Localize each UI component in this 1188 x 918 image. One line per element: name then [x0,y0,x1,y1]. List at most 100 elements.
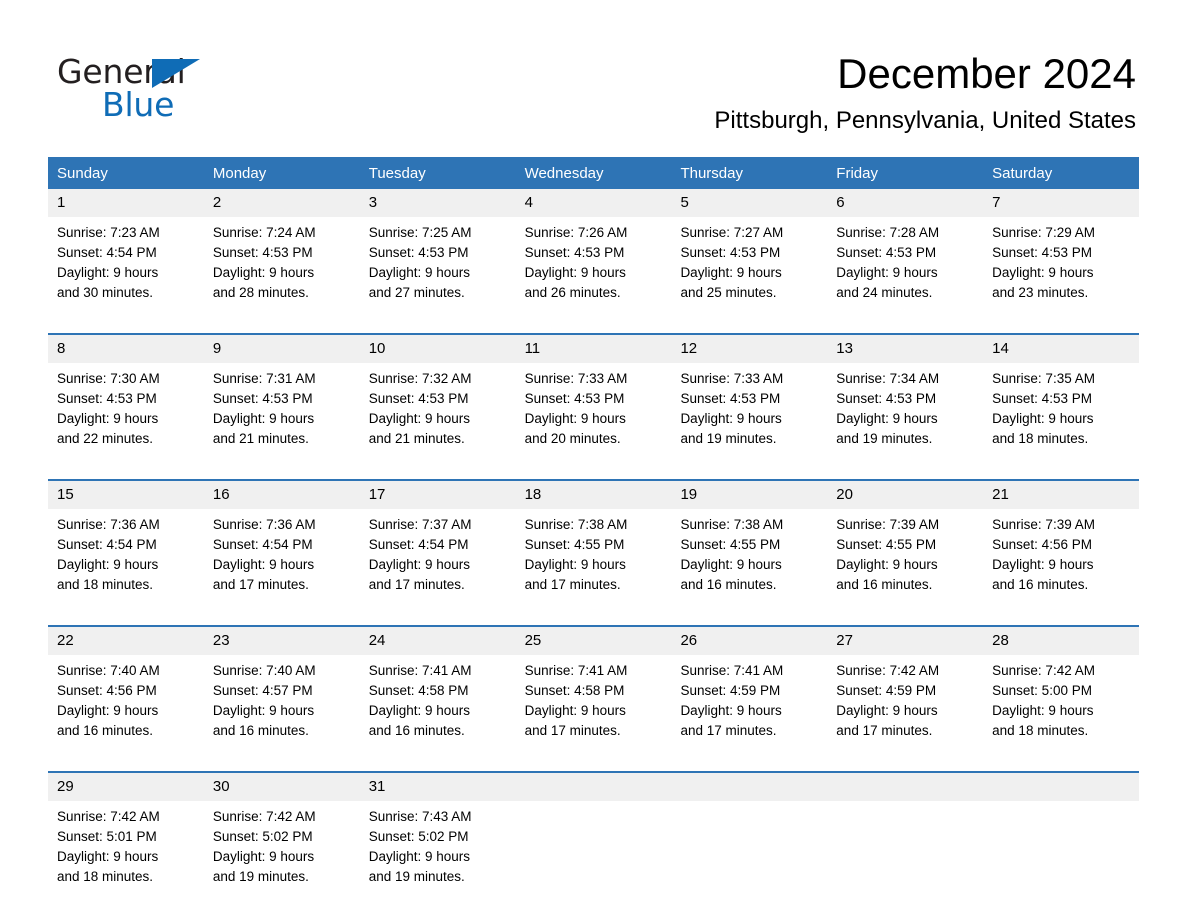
day-cell[interactable]: Sunrise: 7:35 AM Sunset: 4:53 PM Dayligh… [983,363,1140,480]
sunset-text: Sunset: 4:58 PM [524,683,625,698]
sunrise-text: Sunrise: 7:39 AM [836,517,940,532]
day-cell[interactable]: Sunrise: 7:24 AM Sunset: 4:53 PM Dayligh… [203,217,360,334]
daylight-text-line2: and 30 minutes. [57,285,154,300]
day-cell[interactable]: Sunrise: 7:28 AM Sunset: 4:53 PM Dayligh… [827,217,984,334]
day-cell-empty [827,801,984,917]
sunrise-text: Sunrise: 7:32 AM [368,371,472,386]
day-cell[interactable]: Sunrise: 7:43 AM Sunset: 5:02 PM Dayligh… [359,801,516,917]
day-number[interactable]: 18 [515,479,672,509]
day-number[interactable]: 21 [983,479,1140,509]
day-cell[interactable]: Sunrise: 7:30 AM Sunset: 4:53 PM Dayligh… [48,363,204,480]
day-number-row: 22 23 24 25 26 27 28 [48,625,1140,655]
day-cell[interactable]: Sunrise: 7:34 AM Sunset: 4:53 PM Dayligh… [827,363,984,480]
day-cell[interactable]: Sunrise: 7:42 AM Sunset: 5:01 PM Dayligh… [48,801,204,917]
daylight-text-line2: and 26 minutes. [524,285,621,300]
daylight-text-line2: and 20 minutes. [524,431,621,446]
sunrise-text: Sunrise: 7:43 AM [368,809,472,824]
day-cell[interactable]: Sunrise: 7:40 AM Sunset: 4:56 PM Dayligh… [48,655,204,772]
day-number[interactable]: 25 [515,625,672,655]
day-number[interactable]: 29 [48,771,204,801]
day-cell[interactable]: Sunrise: 7:40 AM Sunset: 4:57 PM Dayligh… [203,655,360,772]
day-number[interactable]: 30 [203,771,360,801]
sunset-text: Sunset: 4:55 PM [680,537,781,552]
day-number[interactable]: 11 [515,333,672,363]
weekday-header-saturday: Saturday [983,157,1140,189]
day-number[interactable]: 19 [671,479,828,509]
location-subtitle: Pittsburgh, Pennsylvania, United States [714,107,1136,134]
daylight-text-line2: and 16 minutes. [57,723,154,738]
daylight-text-line1: Daylight: 9 hours [836,557,938,572]
sunrise-text: Sunrise: 7:31 AM [212,371,316,386]
day-cell[interactable]: Sunrise: 7:27 AM Sunset: 4:53 PM Dayligh… [671,217,828,334]
sunrise-text: Sunrise: 7:33 AM [680,371,784,386]
day-number[interactable]: 1 [48,189,204,217]
day-number[interactable]: 2 [203,189,360,217]
day-cell[interactable]: Sunrise: 7:39 AM Sunset: 4:55 PM Dayligh… [827,509,984,626]
day-cell[interactable]: Sunrise: 7:36 AM Sunset: 4:54 PM Dayligh… [48,509,204,626]
sunrise-text: Sunrise: 7:23 AM [57,225,160,240]
day-cell[interactable]: Sunrise: 7:33 AM Sunset: 4:53 PM Dayligh… [515,363,672,480]
day-number[interactable]: 27 [827,625,984,655]
day-cell[interactable]: Sunrise: 7:26 AM Sunset: 4:53 PM Dayligh… [515,217,672,334]
day-number[interactable]: 12 [671,333,828,363]
day-number[interactable]: 16 [203,479,360,509]
day-cell[interactable]: Sunrise: 7:32 AM Sunset: 4:53 PM Dayligh… [359,363,516,480]
day-cell[interactable]: Sunrise: 7:41 AM Sunset: 4:59 PM Dayligh… [671,655,828,772]
day-number[interactable]: 26 [671,625,828,655]
day-cell-empty [671,801,828,917]
day-number-row: 8 9 10 11 12 13 14 [48,333,1140,363]
day-cell[interactable]: Sunrise: 7:37 AM Sunset: 4:54 PM Dayligh… [359,509,516,626]
day-cell[interactable]: Sunrise: 7:31 AM Sunset: 4:53 PM Dayligh… [203,363,360,480]
day-cell[interactable]: Sunrise: 7:38 AM Sunset: 4:55 PM Dayligh… [671,509,828,626]
day-cell[interactable]: Sunrise: 7:33 AM Sunset: 4:53 PM Dayligh… [671,363,828,480]
daylight-text-line2: and 18 minutes. [57,577,154,592]
day-number-empty [671,771,828,801]
day-number[interactable]: 24 [359,625,516,655]
daylight-text-line2: and 25 minutes. [680,285,777,300]
day-number[interactable]: 6 [827,189,984,217]
day-number[interactable]: 15 [48,479,204,509]
day-cell[interactable]: Sunrise: 7:23 AM Sunset: 4:54 PM Dayligh… [48,217,204,334]
daylight-text-line2: and 17 minutes. [524,723,621,738]
daylight-text-line1: Daylight: 9 hours [836,265,938,280]
day-number[interactable]: 3 [359,189,516,217]
day-number-empty [827,771,984,801]
daylight-text-line1: Daylight: 9 hours [836,703,938,718]
sunrise-text: Sunrise: 7:41 AM [368,663,472,678]
day-number[interactable]: 4 [515,189,672,217]
day-number[interactable]: 10 [359,333,516,363]
day-cell[interactable]: Sunrise: 7:42 AM Sunset: 5:00 PM Dayligh… [983,655,1140,772]
daylight-text-line1: Daylight: 9 hours [524,411,626,426]
day-cell[interactable]: Sunrise: 7:29 AM Sunset: 4:53 PM Dayligh… [983,217,1140,334]
day-number[interactable]: 8 [48,333,204,363]
day-cell[interactable]: Sunrise: 7:42 AM Sunset: 5:02 PM Dayligh… [203,801,360,917]
daylight-text-line1: Daylight: 9 hours [368,849,471,864]
day-cell[interactable]: Sunrise: 7:42 AM Sunset: 4:59 PM Dayligh… [827,655,984,772]
day-number[interactable]: 5 [671,189,828,217]
daylight-text-line2: and 22 minutes. [57,431,154,446]
day-number[interactable]: 20 [827,479,984,509]
day-cell[interactable]: Sunrise: 7:36 AM Sunset: 4:54 PM Dayligh… [203,509,360,626]
page-title: December 2024 [837,50,1136,97]
day-number[interactable]: 22 [48,625,204,655]
day-cell[interactable]: Sunrise: 7:38 AM Sunset: 4:55 PM Dayligh… [515,509,672,626]
day-number[interactable]: 13 [827,333,984,363]
sunset-text: Sunset: 4:55 PM [524,537,625,552]
sunrise-text: Sunrise: 7:42 AM [992,663,1095,678]
day-number[interactable]: 7 [983,189,1140,217]
day-cell[interactable]: Sunrise: 7:41 AM Sunset: 4:58 PM Dayligh… [359,655,516,772]
generalblue-logo[interactable]: General Blue [57,53,247,125]
day-number[interactable]: 9 [203,333,360,363]
day-number[interactable]: 14 [983,333,1140,363]
daylight-text-line2: and 28 minutes. [212,285,309,300]
day-number[interactable]: 23 [203,625,360,655]
day-cell[interactable]: Sunrise: 7:41 AM Sunset: 4:58 PM Dayligh… [515,655,672,772]
day-cell[interactable]: Sunrise: 7:25 AM Sunset: 4:53 PM Dayligh… [359,217,516,334]
sunset-text: Sunset: 4:59 PM [680,683,781,698]
day-number[interactable]: 31 [359,771,516,801]
day-cell[interactable]: Sunrise: 7:39 AM Sunset: 4:56 PM Dayligh… [983,509,1140,626]
daylight-text-line1: Daylight: 9 hours [57,557,159,572]
daylight-text-line1: Daylight: 9 hours [992,557,1094,572]
day-number[interactable]: 28 [983,625,1140,655]
day-number[interactable]: 17 [359,479,516,509]
